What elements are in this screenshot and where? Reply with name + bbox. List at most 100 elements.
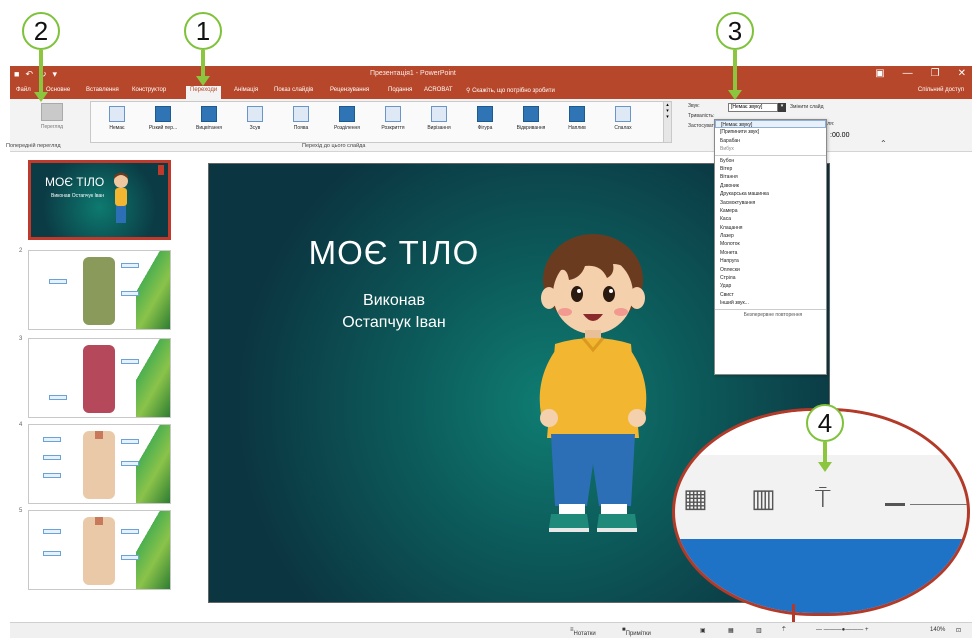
green-decoration [136, 425, 170, 503]
preview-button[interactable]: Перегляд [32, 103, 72, 141]
normal-view-icon[interactable]: ▣ [700, 627, 706, 634]
zoom-slider[interactable]: — ———●——— + [816, 627, 868, 633]
undo-icon[interactable]: ↶ [25, 69, 33, 80]
ribbon-tabs: Файл Основне Вставлення Конструктор Пере… [10, 84, 972, 99]
sound-option[interactable]: Каса [715, 215, 826, 223]
sound-option[interactable]: Монета [715, 249, 826, 257]
sound-option[interactable]: Вітер [715, 165, 826, 173]
transition-flash[interactable]: Спалах [601, 106, 645, 131]
sound-option[interactable]: Барабан [715, 137, 826, 145]
transition-none[interactable]: Немає [95, 106, 139, 131]
transition-cover[interactable]: Наплив [555, 106, 599, 131]
share-button[interactable]: Спільний доступ [918, 87, 964, 93]
slide-thumbnail-4[interactable] [28, 424, 171, 504]
tab-review[interactable]: Рецензування [330, 87, 369, 93]
tab-home[interactable]: Основне [46, 87, 70, 93]
tab-slideshow[interactable]: Показ слайдів [274, 87, 313, 93]
zoom-track [910, 504, 967, 505]
sound-option[interactable]: Оплески [715, 266, 826, 274]
restore-icon[interactable]: ❐ [931, 68, 940, 79]
callout-1-arrowhead [196, 76, 210, 86]
transition-label: Зсув [249, 125, 261, 131]
transition-label: Вицвітання [195, 125, 222, 131]
transition-cut[interactable]: Різкий пер... [141, 106, 185, 131]
tab-insert[interactable]: Вставлення [86, 87, 119, 93]
sound-option[interactable]: Стріла [715, 274, 826, 282]
reading-view-button-icon[interactable]: ▥ [756, 627, 762, 634]
slideshow-icon: ⍑ [815, 483, 831, 513]
transition-random-bars[interactable]: Вирізання [417, 106, 461, 131]
label-box [43, 437, 61, 442]
customize-icon[interactable]: ▾ [53, 69, 58, 80]
label-box [121, 291, 139, 296]
notes-button[interactable]: ≡ Нотатки [570, 627, 596, 637]
transition-label: Немає [109, 125, 125, 131]
fit-slide-icon[interactable]: ⊡ [956, 627, 961, 634]
advance-slide-label: Змінити слайд [790, 104, 824, 110]
slide-sorter-view-icon[interactable]: ▦ [728, 627, 734, 634]
sound-option[interactable]: Молоток [715, 240, 826, 248]
slide-title[interactable]: МОЄ ТІЛО [279, 234, 509, 272]
transition-reveal[interactable]: Розкриття [371, 106, 415, 131]
quick-access-toolbar: ■ ↶ ↻ ▾ [14, 69, 57, 80]
gallery-scrollbar[interactable]: ▴ ▾ ▾ [663, 102, 671, 142]
push-icon [247, 106, 263, 122]
close-icon[interactable]: ✕ [958, 68, 966, 79]
tab-transitions[interactable]: Переходи [186, 86, 222, 99]
slide-thumbnail-2[interactable] [28, 250, 171, 330]
save-icon[interactable]: ■ [14, 69, 19, 80]
tab-view[interactable]: Подання [388, 87, 412, 93]
callout-3-arrow [733, 50, 737, 92]
transition-split[interactable]: Розділення [325, 106, 369, 131]
transition-fade[interactable]: Вицвітання [187, 106, 231, 131]
slide-thumbnail-5[interactable] [28, 510, 171, 590]
wipe-icon [293, 106, 309, 122]
slideshow-button-icon[interactable]: ⍑ [782, 627, 786, 634]
sound-option[interactable]: Свист [715, 291, 826, 299]
label-box [121, 529, 139, 534]
sound-option[interactable]: Камера [715, 207, 826, 215]
slide-subtitle[interactable]: Виконав Остапчук Іван [279, 290, 509, 334]
sound-option[interactable]: Засмоктування [715, 199, 826, 207]
cover-icon [569, 106, 585, 122]
sound-option[interactable]: Інший звук... [715, 299, 826, 307]
green-decoration [136, 251, 170, 329]
sound-option[interactable]: Напруга [715, 257, 826, 265]
transition-uncover[interactable]: Відкривання [509, 106, 553, 131]
sound-select[interactable]: [Немає звуку] [728, 103, 778, 112]
transition-wipe[interactable]: Поява [279, 106, 323, 131]
minimize-icon[interactable]: — [903, 68, 913, 79]
sound-option[interactable]: Вітання [715, 173, 826, 181]
sound-option[interactable]: Дзвоник [715, 182, 826, 190]
collapse-ribbon-icon[interactable]: ⌃ [880, 139, 887, 148]
zoom-out-icon [885, 503, 905, 506]
sound-option[interactable]: Бубон [715, 157, 826, 165]
tab-design[interactable]: Конструктор [132, 87, 166, 93]
comments-label: Примітки [625, 631, 651, 637]
zoom-level[interactable]: 140% [930, 627, 945, 633]
sound-option[interactable]: Удар [715, 282, 826, 290]
ribbon-display-icon[interactable]: ▣ [875, 68, 884, 79]
status-bar: ≡ Нотатки ■ Примітки ▣ ▦ ▥ ⍑ — ———●——— +… [10, 622, 972, 638]
tab-acrobat[interactable]: ACROBAT [424, 87, 453, 93]
sound-option[interactable]: Лазер [715, 232, 826, 240]
sound-option[interactable]: [Немає звуку] [715, 120, 826, 129]
sound-option[interactable]: Вибух [715, 145, 826, 153]
tab-animations[interactable]: Анімація [234, 87, 258, 93]
sound-option[interactable]: [Припинити звук] [715, 128, 826, 136]
slide-thumbnail-1[interactable]: МОЄ ТІЛО Виконав Остапчук Іван [28, 160, 171, 240]
magnifier-pointer [792, 604, 795, 622]
transition-shape[interactable]: Фігура [463, 106, 507, 131]
slide-thumbnail-3[interactable] [28, 338, 171, 418]
loop-sound-option[interactable]: Безперервне повторення [715, 311, 826, 319]
callout-1: 1 [184, 12, 222, 50]
after-spinner[interactable]: :00.00 [830, 132, 849, 139]
tab-file[interactable]: Файл [16, 87, 31, 93]
sound-option[interactable]: Друкарська машинка [715, 190, 826, 198]
comments-button[interactable]: ■ Примітки [622, 627, 651, 637]
sound-dropdown-arrow[interactable]: ▾ [778, 103, 786, 112]
subtitle-line-1: Виконав [363, 292, 425, 309]
sound-option[interactable]: Клацання [715, 224, 826, 232]
tell-me-search[interactable]: ⚲ Скажіть, що потрібно зробити [466, 87, 555, 94]
transition-push[interactable]: Зсув [233, 106, 277, 131]
